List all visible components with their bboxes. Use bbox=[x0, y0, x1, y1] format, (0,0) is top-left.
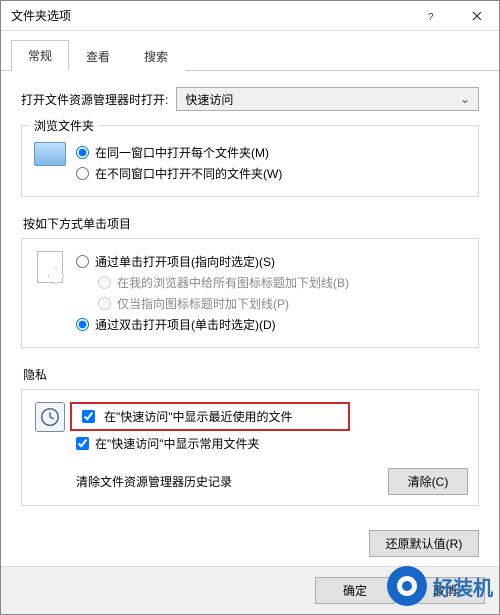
tab-content: 打开文件资源管理器时打开: 快速访问 ⌄ 浏览文件夹 在同一窗口中打开每个文件夹… bbox=[1, 71, 499, 506]
radio-same-window-label: 在同一窗口中打开每个文件夹(M) bbox=[95, 144, 269, 161]
radio-double-click[interactable] bbox=[76, 318, 89, 331]
radio-underline-all bbox=[98, 276, 111, 289]
ok-button[interactable]: 确定 bbox=[315, 577, 395, 604]
tab-strip: 常规 查看 搜索 bbox=[1, 31, 499, 71]
checkbox-frequent-folders[interactable] bbox=[76, 437, 89, 450]
browse-folders-legend: 浏览文件夹 bbox=[30, 117, 98, 134]
browse-folders-group: 浏览文件夹 在同一窗口中打开每个文件夹(M) 在不同窗口中打开不同的文件夹(W) bbox=[21, 125, 479, 197]
chevron-down-icon: ⌄ bbox=[460, 92, 470, 106]
folder-options-dialog: 文件夹选项 ? 常规 查看 搜索 打开文件资源管理器时打开: 快速访问 ⌄ 浏览… bbox=[0, 0, 500, 615]
tab-general[interactable]: 常规 bbox=[11, 40, 69, 71]
clear-button[interactable]: 清除(C) bbox=[388, 468, 468, 495]
window-title: 文件夹选项 bbox=[11, 7, 409, 24]
radio-underline-all-label: 在我的浏览器中给所有图标标题加下划线(B) bbox=[117, 274, 349, 291]
dialog-button-bar: 确定 取消 bbox=[1, 566, 499, 614]
open-explorer-selected: 快速访问 bbox=[185, 91, 233, 108]
document-cursor-icon bbox=[37, 251, 63, 283]
restore-defaults-button[interactable]: 还原默认值(R) bbox=[369, 530, 479, 557]
radio-underline-point bbox=[98, 297, 111, 310]
highlight-box: 在"快速访问"中显示最近使用的文件 bbox=[70, 402, 350, 431]
svg-text:?: ? bbox=[428, 12, 434, 21]
radio-new-window-label: 在不同窗口中打开不同的文件夹(W) bbox=[95, 165, 282, 182]
titlebar: 文件夹选项 ? bbox=[1, 1, 499, 31]
privacy-title: 隐私 bbox=[23, 366, 479, 383]
radio-underline-point-label: 仅当指向图标标题时加下划线(P) bbox=[117, 295, 289, 312]
radio-same-window[interactable] bbox=[76, 146, 89, 159]
close-button[interactable] bbox=[454, 1, 499, 31]
click-items-title: 按如下方式单击项目 bbox=[23, 215, 479, 232]
help-button[interactable]: ? bbox=[409, 1, 454, 31]
radio-new-window[interactable] bbox=[76, 167, 89, 180]
cancel-button[interactable]: 取消 bbox=[405, 577, 485, 604]
privacy-group: 在"快速访问"中显示最近使用的文件 在"快速访问"中显示常用文件夹 清除文件资源… bbox=[21, 389, 479, 506]
checkbox-recent-files-label: 在"快速访问"中显示最近使用的文件 bbox=[104, 408, 293, 425]
history-icon bbox=[35, 402, 65, 432]
clear-history-label: 清除文件资源管理器历史记录 bbox=[76, 473, 232, 490]
click-items-group: 通过单击打开项目(指向时选定)(S) 在我的浏览器中给所有图标标题加下划线(B)… bbox=[21, 238, 479, 348]
tab-view[interactable]: 查看 bbox=[69, 41, 127, 71]
folder-icon bbox=[34, 142, 66, 166]
radio-single-click[interactable] bbox=[76, 255, 89, 268]
radio-double-click-label: 通过双击打开项目(单击时选定)(D) bbox=[95, 316, 276, 333]
open-explorer-dropdown[interactable]: 快速访问 ⌄ bbox=[176, 87, 479, 111]
open-explorer-label: 打开文件资源管理器时打开: bbox=[21, 91, 168, 108]
tab-search[interactable]: 搜索 bbox=[127, 41, 185, 71]
checkbox-frequent-folders-label: 在"快速访问"中显示常用文件夹 bbox=[95, 435, 260, 452]
radio-single-click-label: 通过单击打开项目(指向时选定)(S) bbox=[95, 253, 275, 270]
checkbox-recent-files[interactable] bbox=[82, 410, 95, 423]
